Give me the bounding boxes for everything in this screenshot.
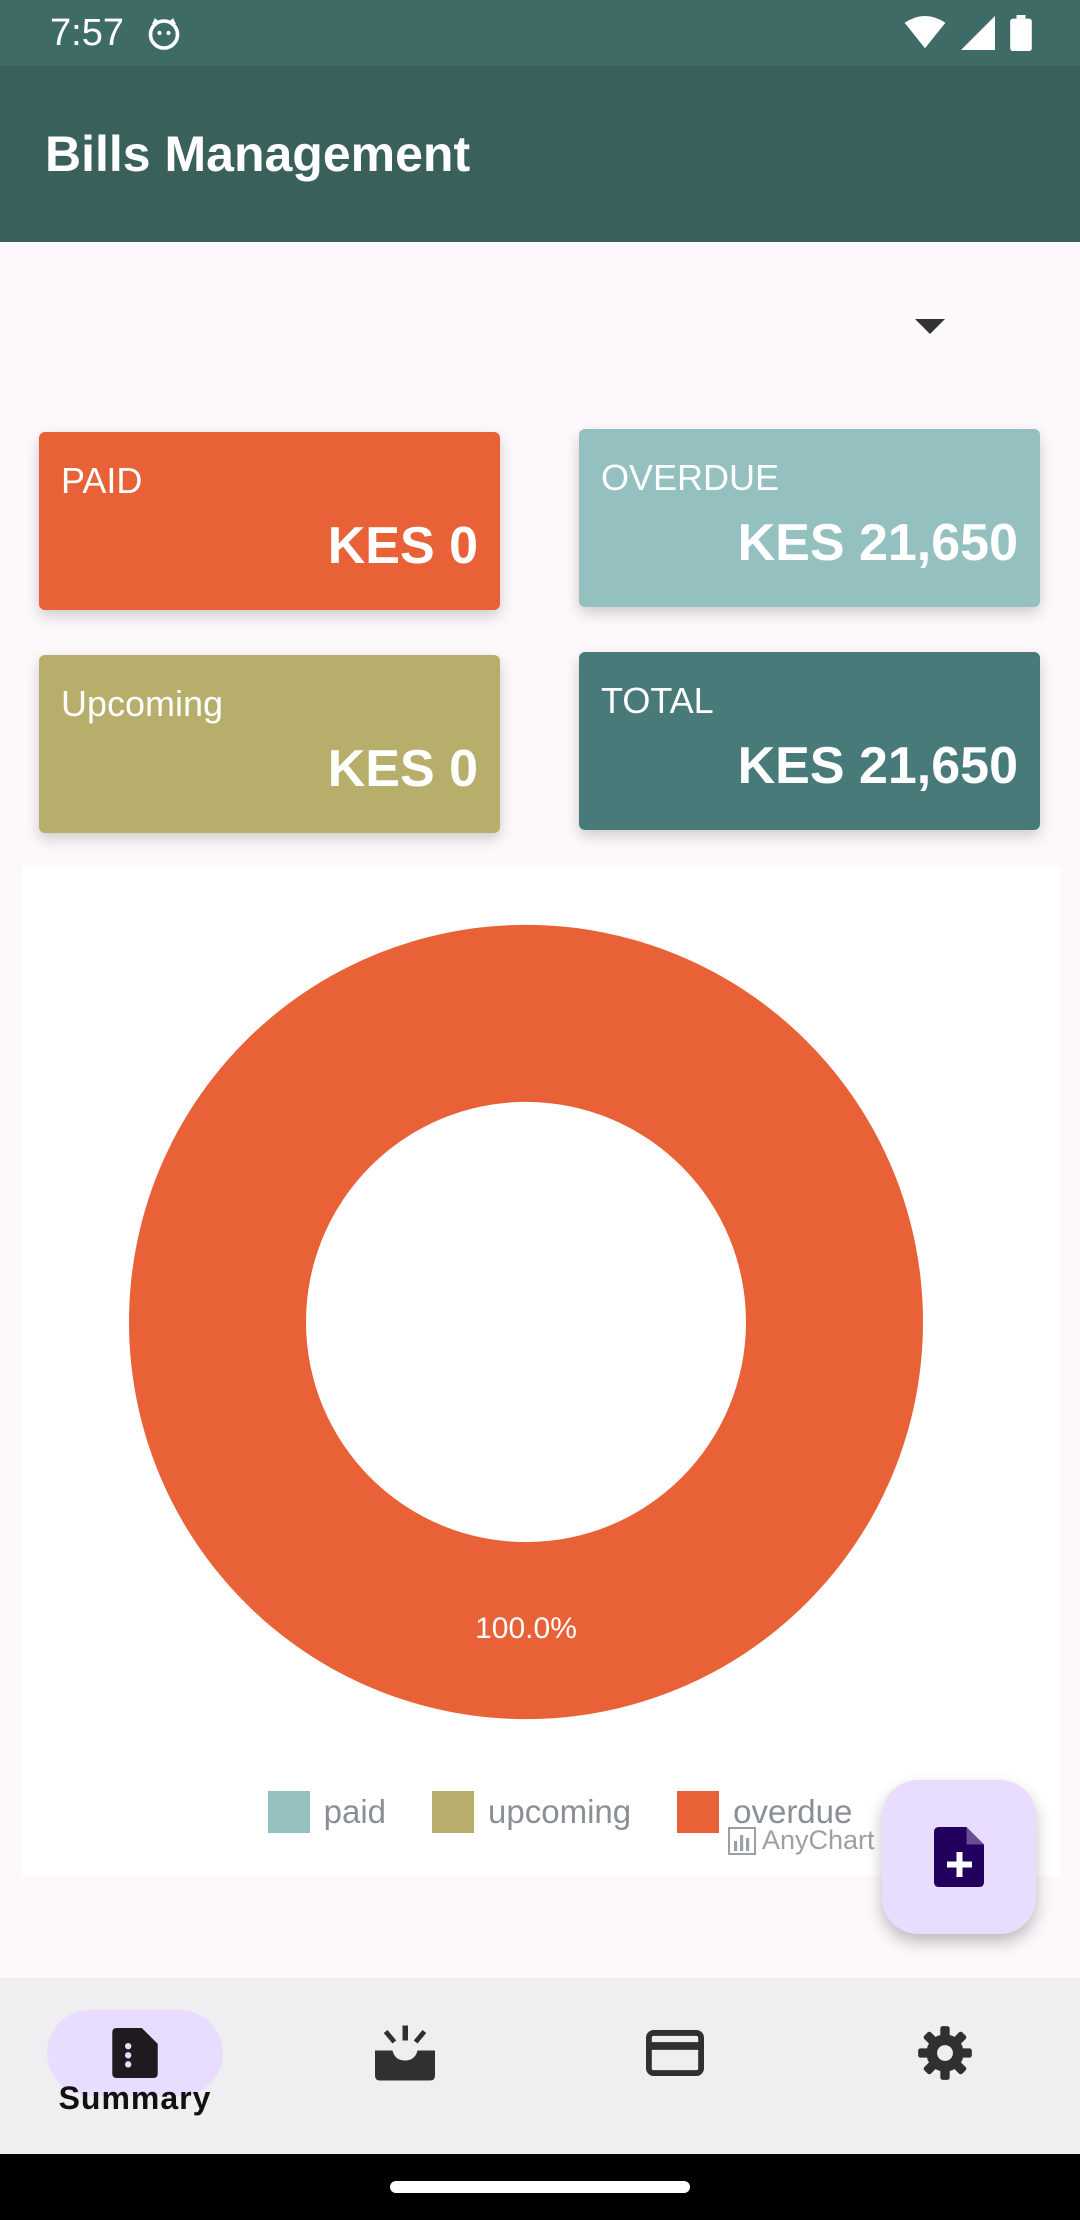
status-left: 7:57 [50, 12, 182, 55]
total-value: KES 21,650 [737, 737, 1018, 795]
overdue-card[interactable]: OVERDUE KES 21,650 [579, 429, 1040, 607]
add-document-icon [934, 1827, 984, 1887]
legend-label-paid: paid [323, 1793, 387, 1830]
legend-swatch-paid [267, 1791, 310, 1833]
nav-label-summary: Summary [58, 2080, 212, 2116]
status-right [904, 15, 1032, 51]
legend-item-paid[interactable]: paid [267, 1791, 387, 1833]
inbox-icon [375, 2025, 435, 2081]
chart-logo-icon [728, 1826, 756, 1855]
nav-item-payments[interactable] [540, 1978, 810, 2154]
add-bill-button[interactable] [882, 1780, 1036, 1934]
overdue-label: OVERDUE [601, 457, 780, 498]
donut-slice-overdue[interactable] [128, 924, 924, 1720]
app-bar: Bills Management [0, 66, 1080, 242]
credit-label: AnyChart [762, 1825, 875, 1855]
slice-percent-label: 100.0% [475, 1612, 577, 1645]
period-dropdown[interactable] [0, 242, 1080, 412]
status-time: 7:57 [50, 11, 124, 54]
paid-label: PAID [61, 460, 143, 501]
nav-pill-settings [857, 2010, 1033, 2096]
bottom-navigation: Summary [0, 1978, 1080, 2154]
battery-icon [1010, 15, 1032, 51]
nav-item-inbox[interactable] [270, 1978, 540, 2154]
legend-item-upcoming[interactable]: upcoming [432, 1791, 631, 1833]
upcoming-card[interactable]: Upcoming KES 0 [39, 655, 500, 833]
credit-card-icon [646, 2030, 704, 2076]
overdue-value: KES 21,650 [737, 514, 1018, 572]
nav-pill-payments [587, 2010, 763, 2096]
dropdown-arrow-icon [915, 319, 945, 334]
legend-label-upcoming: upcoming [488, 1793, 632, 1830]
home-handle[interactable] [390, 2181, 690, 2193]
paid-card[interactable]: PAID KES 0 [39, 432, 500, 610]
signal-icon [961, 16, 995, 50]
total-label: TOTAL [601, 680, 714, 721]
legend-swatch-overdue [677, 1791, 720, 1833]
paid-value: KES 0 [327, 517, 478, 575]
anychart-credit[interactable]: AnyChart [728, 1825, 875, 1856]
gear-icon [918, 2026, 972, 2080]
upcoming-label: Upcoming [61, 683, 224, 724]
page-title: Bills Management [45, 126, 471, 182]
status-bar: 7:57 [0, 0, 1080, 66]
donut-chart[interactable]: 100.0% [0, 870, 1080, 1770]
upcoming-value: KES 0 [327, 740, 478, 798]
nav-item-settings[interactable] [810, 1978, 1080, 2154]
nav-item-summary[interactable]: Summary [0, 1978, 270, 2154]
legend-swatch-upcoming [432, 1791, 475, 1833]
wifi-icon [904, 16, 946, 49]
summary-icon [112, 2028, 158, 2078]
cat-notification-icon [148, 18, 180, 50]
system-gesture-bar [0, 2154, 1080, 2220]
nav-pill-inbox [317, 2010, 493, 2096]
total-card[interactable]: TOTAL KES 21,650 [579, 652, 1040, 830]
